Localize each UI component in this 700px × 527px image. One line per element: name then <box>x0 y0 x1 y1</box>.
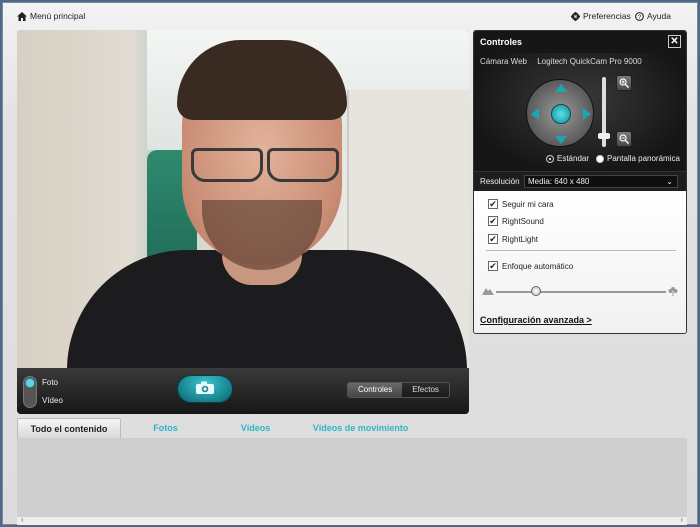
arrow-up-icon[interactable] <box>555 84 567 92</box>
mode-video-label[interactable]: Vídeo <box>42 396 63 405</box>
home-menu-label: Menú principal <box>30 11 86 21</box>
zoom-in-button[interactable] <box>616 75 632 91</box>
help-icon: ? <box>635 11 644 21</box>
top-bar: Menú principal Preferencias ? Ayuda <box>3 3 697 29</box>
focus-slider-thumb[interactable] <box>531 286 541 296</box>
take-photo-button[interactable] <box>177 375 233 403</box>
gallery-content <box>17 439 687 516</box>
resolution-value: Media: 640 x 480 <box>528 177 590 186</box>
webcam-feed <box>17 30 469 368</box>
resolution-row: Resolución Media: 640 x 480 ⌄ <box>474 171 686 191</box>
tab-controls[interactable]: Controles <box>348 383 403 397</box>
camera-row: Cámara Web Logitech QuickCam Pro 9000 <box>480 57 650 66</box>
scroll-right-icon[interactable]: › <box>680 515 683 524</box>
camera-pan-tilt-area: Cámara Web Logitech QuickCam Pro 9000 Es… <box>474 53 686 171</box>
advanced-settings-link[interactable]: Configuración avanzada > <box>480 315 592 325</box>
controls-panel-header: Controles ✕ <box>474 31 686 53</box>
view-wide-radio[interactable] <box>596 154 604 163</box>
option-autofocus-label: Enfoque automático <box>502 261 574 271</box>
view-wide-label: Pantalla panorámica <box>607 154 680 163</box>
home-menu-link[interactable]: Menú principal <box>17 11 85 21</box>
panel-switch: Controles Efectos <box>347 382 450 398</box>
view-standard-label: Estándar <box>557 154 590 163</box>
gallery-tabs: Todo el contenido Fotos Vídeos Vídeos de… <box>17 417 687 439</box>
view-standard-option[interactable]: Estándar <box>546 154 589 163</box>
horizontal-scrollbar[interactable]: ‹ › <box>17 515 687 525</box>
option-rightsound[interactable]: ✔ RightSound <box>488 216 544 226</box>
help-label: Ayuda <box>647 11 671 21</box>
controls-panel-title: Controles <box>480 37 523 47</box>
checkbox-follow-face[interactable]: ✔ <box>488 199 498 209</box>
joystick-center-button[interactable] <box>551 104 571 124</box>
preferences-label: Preferencias <box>583 11 631 21</box>
controls-panel: Controles ✕ Cámara Web Logitech QuickCam… <box>473 30 687 334</box>
option-rightlight-label: RightLight <box>502 234 539 244</box>
photo-video-toggle[interactable] <box>23 376 37 408</box>
chevron-down-icon: ⌄ <box>666 177 673 186</box>
arrow-left-icon[interactable] <box>531 108 539 120</box>
close-icon[interactable]: ✕ <box>668 35 681 48</box>
arrow-right-icon[interactable] <box>583 108 591 120</box>
zoom-slider-thumb[interactable] <box>598 133 610 139</box>
svg-text:?: ? <box>638 13 642 20</box>
app-window: Menú principal Preferencias ? Ayuda Foto… <box>2 2 698 525</box>
option-rightsound-label: RightSound <box>502 216 544 226</box>
focus-slider-track[interactable] <box>496 291 666 293</box>
tab-photos[interactable]: Fotos <box>121 418 211 438</box>
resolution-label: Resolución <box>480 177 520 186</box>
home-icon <box>17 11 27 21</box>
arrow-down-icon[interactable] <box>555 136 567 144</box>
gear-icon <box>571 11 580 21</box>
checkbox-autofocus[interactable]: ✔ <box>488 261 498 271</box>
zoom-in-icon <box>619 78 629 88</box>
option-follow-face-label: Seguir mi cara <box>502 199 554 209</box>
help-link[interactable]: ? Ayuda <box>635 11 671 21</box>
scroll-left-icon[interactable]: ‹ <box>21 515 24 524</box>
camera-label: Cámara Web <box>480 57 527 66</box>
tab-motion-videos[interactable]: Vídeos de movimiento <box>301 418 421 438</box>
camera-name[interactable]: Logitech QuickCam Pro 9000 <box>537 57 642 66</box>
option-autofocus[interactable]: ✔ Enfoque automático <box>488 261 573 271</box>
view-standard-radio[interactable] <box>546 154 554 163</box>
view-wide-option[interactable]: Pantalla panorámica <box>596 154 680 163</box>
options-area: ✔ Seguir mi cara ✔ RightSound ✔ RightLig… <box>474 191 686 333</box>
capture-bar: Foto Vídeo Controles Efectos <box>17 368 469 414</box>
checkbox-rightlight[interactable]: ✔ <box>488 234 498 244</box>
pan-tilt-joystick[interactable] <box>526 79 594 147</box>
focus-near-icon <box>668 286 678 298</box>
checkbox-rightsound[interactable]: ✔ <box>488 216 498 226</box>
zoom-out-button[interactable] <box>616 131 632 147</box>
tab-effects[interactable]: Efectos <box>402 383 449 397</box>
tab-videos[interactable]: Vídeos <box>211 418 301 438</box>
option-rightlight[interactable]: ✔ RightLight <box>488 234 538 244</box>
camera-icon <box>195 381 215 397</box>
focus-far-icon <box>482 287 494 297</box>
divider <box>486 250 676 251</box>
resolution-select[interactable]: Media: 640 x 480 ⌄ <box>524 175 678 188</box>
mode-photo-label[interactable]: Foto <box>42 378 58 387</box>
zoom-out-icon <box>619 134 629 144</box>
tab-all-content[interactable]: Todo el contenido <box>17 418 121 438</box>
video-preview-frame: Foto Vídeo Controles Efectos <box>17 30 469 414</box>
preferences-link[interactable]: Preferencias <box>571 11 631 21</box>
option-follow-face[interactable]: ✔ Seguir mi cara <box>488 199 554 209</box>
